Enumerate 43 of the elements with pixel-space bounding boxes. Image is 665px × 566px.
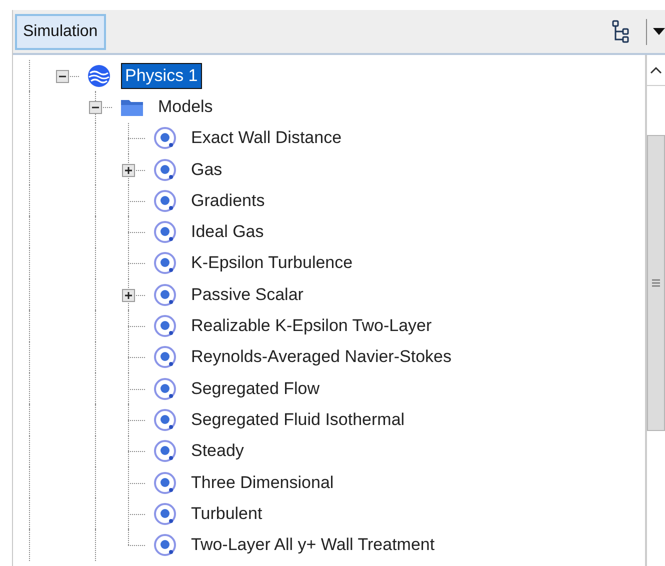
- collapse-button[interactable]: [56, 70, 69, 83]
- tree-item[interactable]: Three Dimensional: [187, 470, 338, 496]
- collapse-button[interactable]: [89, 100, 102, 114]
- model-icon: [153, 345, 177, 370]
- model-icon: [153, 533, 177, 558]
- tree-item[interactable]: Segregated Fluid Isothermal: [187, 406, 409, 433]
- tree-item[interactable]: Exact Wall Distance: [187, 125, 346, 152]
- tree-item[interactable]: Models: [154, 94, 217, 120]
- model-icon: [153, 220, 177, 244]
- model-icon: [153, 502, 177, 526]
- model-icon: [153, 376, 177, 401]
- tree-view-icon[interactable]: [612, 20, 630, 44]
- model-icon: [153, 282, 177, 307]
- simulation-tab[interactable]: Simulation: [15, 14, 106, 50]
- model-icon: [153, 126, 177, 150]
- model-icon: [153, 314, 177, 338]
- model-icon: [153, 470, 177, 494]
- grip-icon[interactable]: [652, 279, 660, 287]
- model-icon: [153, 251, 177, 276]
- model-icon: [153, 408, 177, 432]
- tree-item[interactable]: Turbulent: [187, 500, 266, 527]
- model-icon: [153, 439, 177, 464]
- tree-item[interactable]: Ideal Gas: [187, 219, 268, 246]
- tree-item[interactable]: Physics 1: [121, 62, 202, 89]
- tree-item[interactable]: Steady: [187, 438, 248, 464]
- tree-item[interactable]: Reynolds-Averaged Navier-Stokes: [187, 344, 456, 370]
- model-icon: [153, 188, 177, 213]
- plus-icon: [124, 290, 133, 300]
- tree-item[interactable]: Two-Layer All y+ Wall Treatment: [187, 532, 439, 558]
- tree-item[interactable]: Gradients: [187, 188, 269, 214]
- dropdown-icon[interactable]: [653, 28, 665, 36]
- model-icon: [153, 158, 177, 182]
- scroll-up-icon[interactable]: [650, 66, 662, 74]
- tree-item[interactable]: Realizable K-Epsilon Two-Layer: [187, 313, 436, 340]
- expand-button[interactable]: [122, 164, 135, 177]
- plus-icon: [124, 166, 133, 175]
- globe-wave-icon: [87, 64, 111, 88]
- tree-item[interactable]: Gas: [187, 156, 226, 183]
- expand-button[interactable]: [122, 288, 135, 302]
- tree-item[interactable]: Passive Scalar: [187, 282, 308, 308]
- tree-item[interactable]: Segregated Flow: [187, 376, 324, 402]
- scrollbar[interactable]: [645, 55, 665, 566]
- tree-item[interactable]: K-Epsilon Turbulence: [187, 250, 357, 276]
